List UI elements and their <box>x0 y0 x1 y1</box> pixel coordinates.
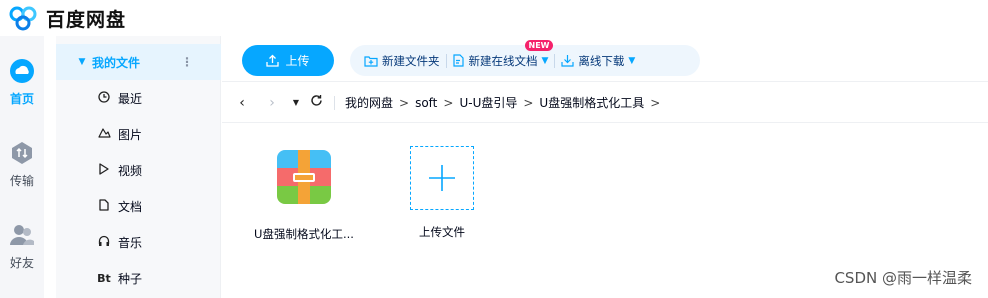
upload-button-label: 上传 <box>285 54 310 68</box>
breadcrumb-separator: > <box>443 95 454 110</box>
upload-file-tile[interactable]: 上传文件 <box>377 146 507 240</box>
image-icon <box>90 127 118 141</box>
upload-icon <box>266 54 280 67</box>
new-folder-icon <box>364 55 378 67</box>
sidebar-item-recent[interactable]: 最近 <box>56 80 221 116</box>
sidebar: ▼ 我的文件 ⋮ 最近 图片 视频 文档 音乐 Bt 种子 <box>56 36 221 298</box>
sidebar-item-images[interactable]: 图片 <box>56 116 221 152</box>
rail-item-label: 首页 <box>9 92 34 106</box>
history-dropdown-icon[interactable]: ▼ <box>288 98 304 107</box>
rail-item-transfer[interactable]: 传输 <box>0 140 44 189</box>
breadcrumb-separator: > <box>399 95 410 110</box>
app-window: 百度网盘 首页 传输 好友 ▼ 我的文件 ⋮ 最近 图片 视频 文档 音乐 Bt… <box>0 0 988 298</box>
sidebar-item-label: 我的文件 <box>92 55 141 70</box>
headphones-icon <box>90 235 118 250</box>
transfer-icon <box>9 140 35 166</box>
document-icon <box>90 198 118 214</box>
sidebar-item-music[interactable]: 音乐 <box>56 224 221 260</box>
sidebar-item-documents[interactable]: 文档 <box>56 188 221 224</box>
nav-divider <box>334 95 335 110</box>
upload-button[interactable]: 上传 <box>242 45 334 76</box>
header: 百度网盘 <box>0 0 988 36</box>
new-folder-button[interactable]: 新建文件夹 <box>358 53 446 69</box>
toolbar: 上传 新建文件夹 新建在线文档 ▼ NEW 离线下载 ▼ <box>222 36 988 82</box>
zip-archive-icon <box>277 150 331 204</box>
chevron-down-icon[interactable]: ▼ <box>628 56 635 66</box>
sidebar-item-torrents[interactable]: Bt 种子 <box>56 260 221 296</box>
sidebar-item-label: 音乐 <box>118 235 143 250</box>
file-name: U盘强制格式化工... <box>254 227 354 241</box>
back-arrow-icon[interactable]: ‹ <box>234 95 250 111</box>
breadcrumb-item[interactable]: soft <box>415 96 437 110</box>
brand-name: 百度网盘 <box>46 8 127 31</box>
new-doc-icon <box>452 54 464 67</box>
breadcrumb-item[interactable]: U盘强制格式化工具 <box>539 94 644 111</box>
sidebar-item-my-files[interactable]: ▼ 我的文件 ⋮ <box>56 44 221 80</box>
upload-file-label: 上传文件 <box>419 225 465 239</box>
sidebar-item-label: 文档 <box>118 199 143 214</box>
rail-item-label: 好友 <box>9 256 34 270</box>
breadcrumb-item[interactable]: 我的网盘 <box>345 94 393 111</box>
bt-icon: Bt <box>97 271 111 285</box>
refresh-icon[interactable] <box>308 94 324 111</box>
offline-download-label: 离线下载 <box>578 53 625 68</box>
more-vertical-icon[interactable]: ⋮ <box>181 55 193 69</box>
toolbar-actions: 新建文件夹 新建在线文档 ▼ NEW 离线下载 ▼ <box>350 39 700 76</box>
main-panel: 上传 新建文件夹 新建在线文档 ▼ NEW 离线下载 ▼ ‹ › ▼ 我的网盘 … <box>222 36 988 298</box>
friends-icon <box>9 222 35 248</box>
sidebar-item-label: 视频 <box>118 163 143 178</box>
new-folder-label: 新建文件夹 <box>382 53 440 68</box>
new-online-doc-label: 新建在线文档 <box>468 53 538 68</box>
cloud-icon <box>9 58 35 84</box>
breadcrumb-separator: > <box>523 95 534 110</box>
plus-icon[interactable] <box>410 146 474 210</box>
sidebar-item-label: 种子 <box>118 271 143 286</box>
nav-bar: ‹ › ▼ 我的网盘 > soft > U-U盘引导 > U盘强制格式化工具 > <box>222 83 988 123</box>
breadcrumb: 我的网盘 > soft > U-U盘引导 > U盘强制格式化工具 > <box>345 94 660 111</box>
left-rail: 首页 传输 好友 <box>0 36 44 298</box>
new-badge: NEW <box>524 39 554 51</box>
offline-download-button[interactable]: 离线下载 ▼ <box>555 53 641 69</box>
new-online-doc-button[interactable]: 新建在线文档 ▼ NEW <box>447 39 555 69</box>
chevron-down-icon[interactable]: ▼ <box>542 56 549 66</box>
breadcrumb-separator: > <box>650 95 661 110</box>
triangle-down-icon[interactable]: ▼ <box>72 57 92 67</box>
forward-arrow-icon[interactable]: › <box>264 95 280 111</box>
file-item[interactable]: U盘强制格式化工... <box>239 146 369 242</box>
breadcrumb-item[interactable]: U-U盘引导 <box>459 94 517 111</box>
clock-icon <box>90 90 118 106</box>
rail-item-label: 传输 <box>9 174 34 188</box>
watermark: CSDN @雨一样温柔 <box>834 269 972 287</box>
rail-item-home[interactable]: 首页 <box>0 58 44 107</box>
baidu-netdisk-logo-icon <box>8 5 40 31</box>
play-icon <box>90 162 118 178</box>
sidebar-item-videos[interactable]: 视频 <box>56 152 221 188</box>
download-icon <box>561 55 575 67</box>
sidebar-item-label: 最近 <box>118 91 143 106</box>
sidebar-item-label: 图片 <box>118 127 143 142</box>
rail-item-friends[interactable]: 好友 <box>0 222 44 271</box>
